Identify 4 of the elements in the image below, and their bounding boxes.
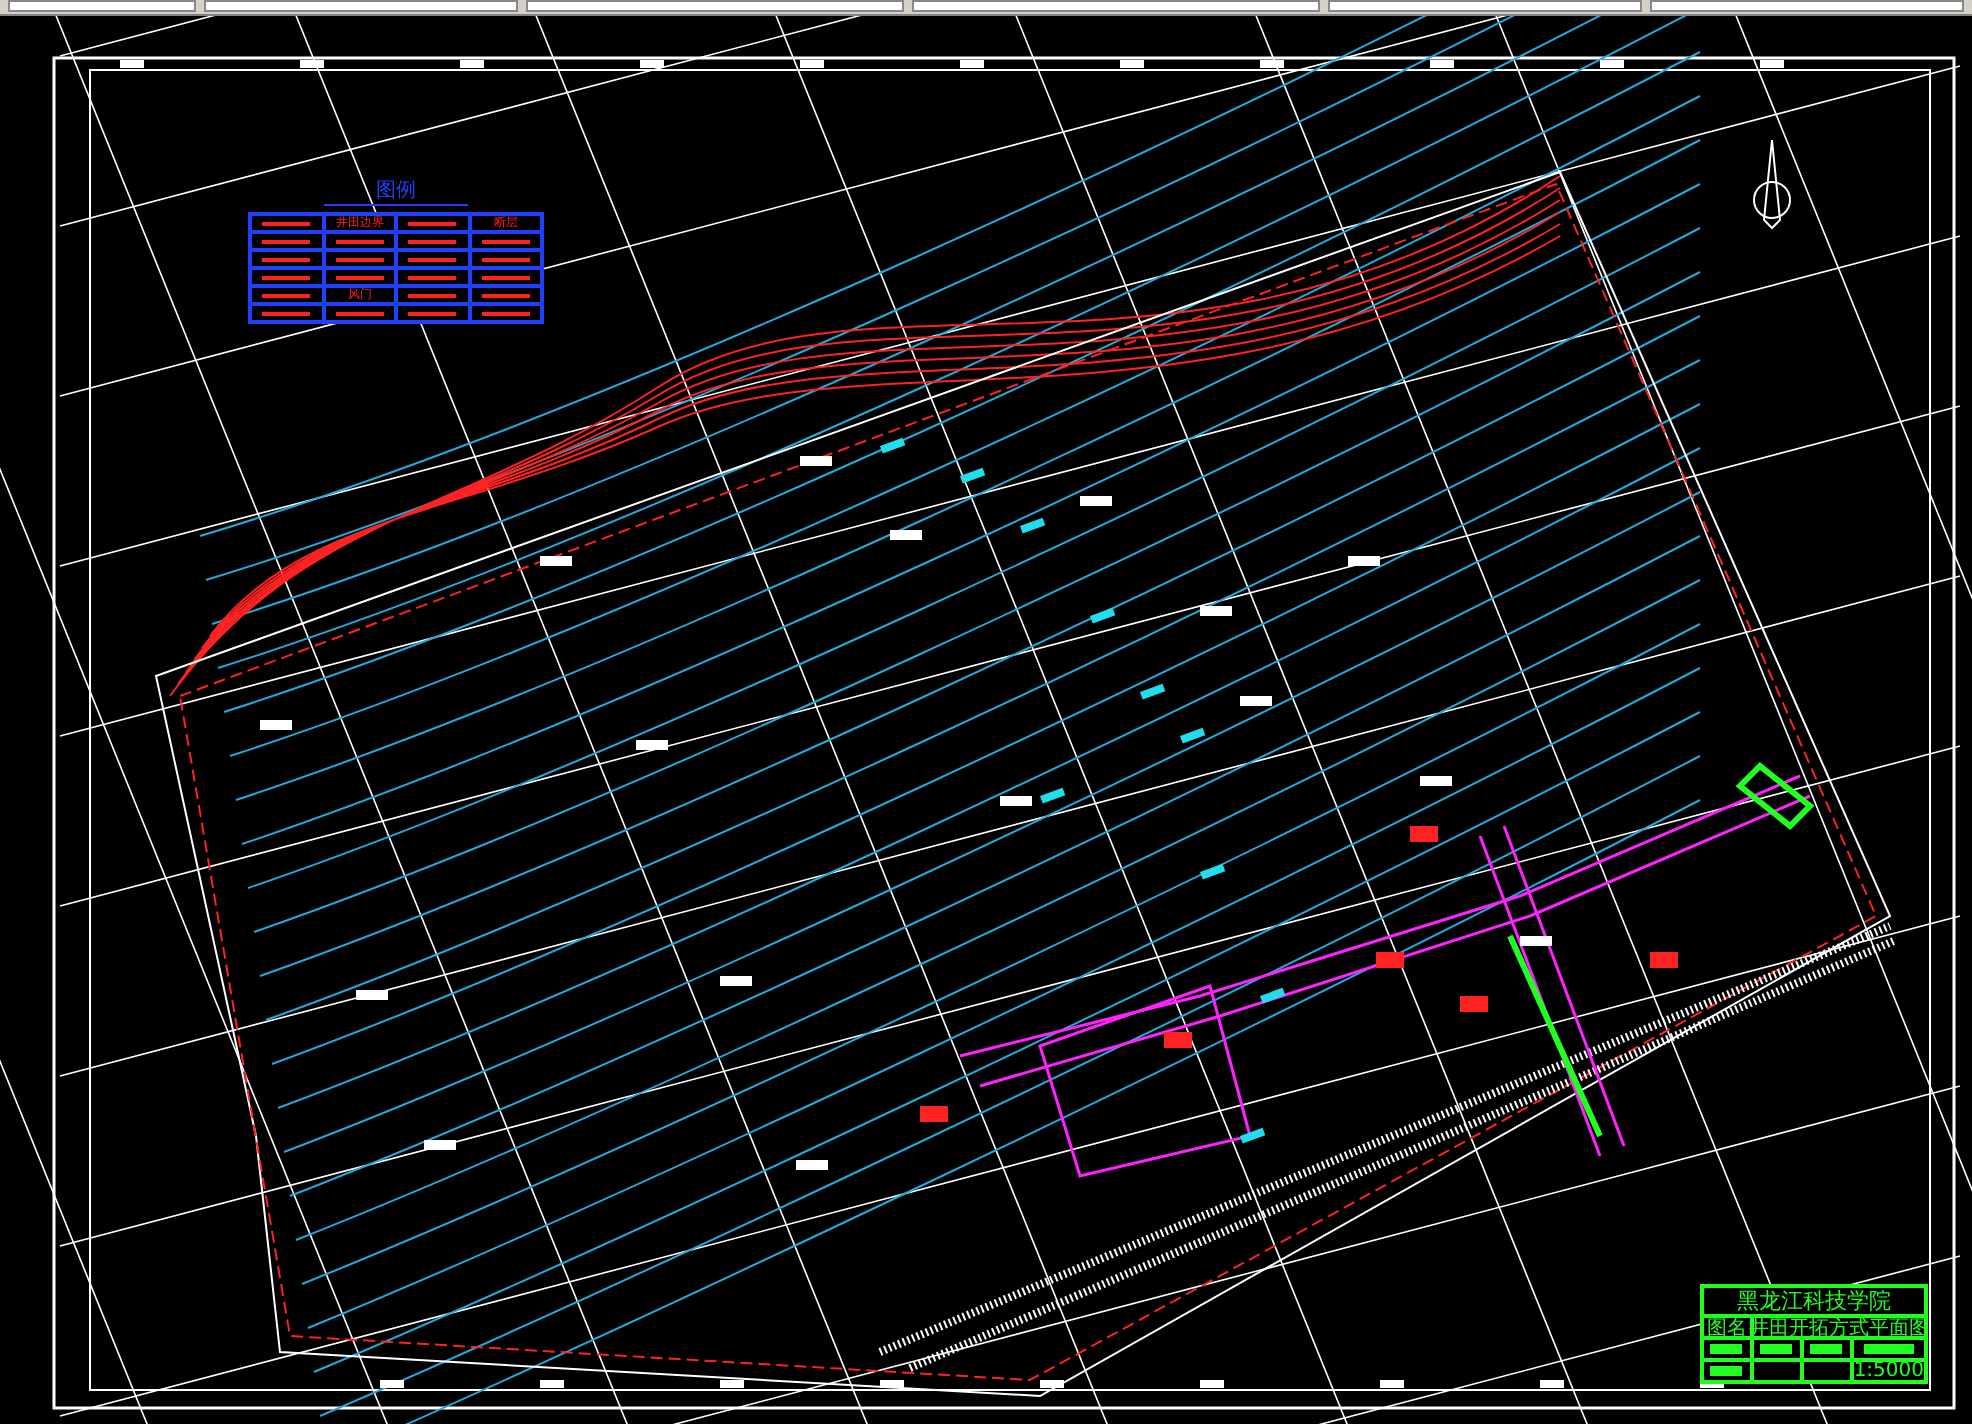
- school-name: 黑龙江科技学院: [1702, 1286, 1926, 1316]
- scale-value: 1:5000: [1851, 1360, 1926, 1382]
- legend-title: 图例: [324, 180, 468, 206]
- drawing-name-label: 图名: [1702, 1316, 1752, 1338]
